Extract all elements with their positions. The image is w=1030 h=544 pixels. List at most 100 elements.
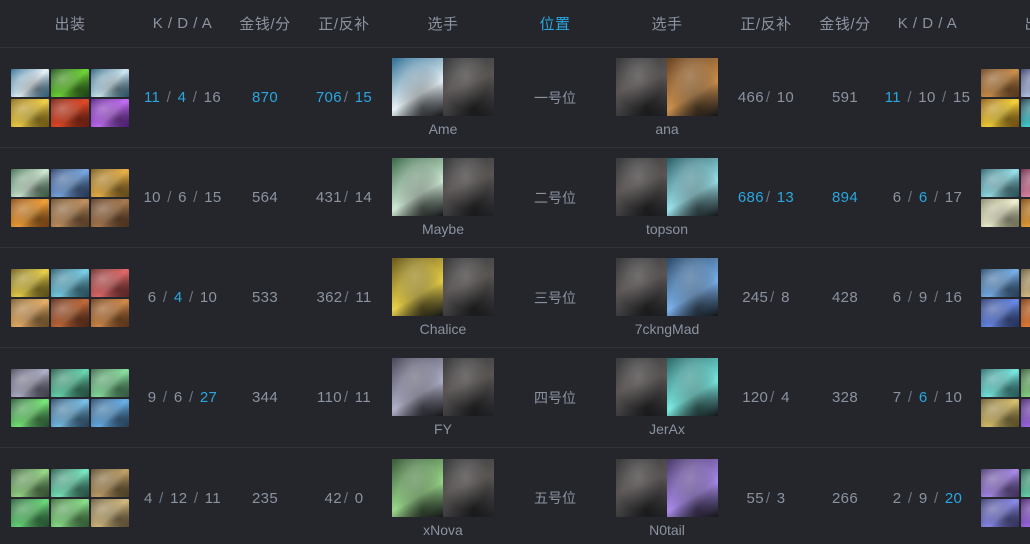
item-icon[interactable] [91, 98, 129, 127]
player-name: JerAx [649, 421, 685, 437]
item-icon[interactable] [981, 198, 1019, 227]
item-icon[interactable] [1021, 98, 1030, 127]
item-icon[interactable] [1021, 398, 1030, 427]
item-icon[interactable] [11, 398, 49, 427]
item-icon[interactable] [91, 198, 129, 227]
item-icon[interactable] [1021, 368, 1030, 397]
item-icon[interactable] [51, 168, 89, 197]
item-icon[interactable] [1021, 68, 1030, 97]
cs-separator: / [343, 89, 353, 106]
item-icon[interactable] [981, 499, 1019, 527]
item-icon[interactable] [1021, 499, 1030, 527]
item-icon[interactable] [51, 298, 89, 327]
hero-portrait-icon[interactable] [667, 58, 718, 116]
player-photo[interactable] [616, 258, 667, 316]
item-icon[interactable] [11, 198, 49, 227]
item-icon[interactable] [11, 368, 49, 397]
item-icon[interactable] [91, 168, 129, 197]
item-icon[interactable] [51, 98, 89, 127]
player-photo[interactable] [443, 258, 494, 316]
player-photo[interactable] [443, 158, 494, 216]
item-build-right [981, 368, 1030, 427]
item-icon[interactable] [51, 499, 89, 527]
cell-items-right [970, 148, 1030, 247]
player-card-left[interactable]: Maybe [392, 158, 494, 237]
item-icon[interactable] [91, 398, 129, 427]
hero-portrait-icon[interactable] [392, 458, 443, 517]
item-icon[interactable] [51, 198, 89, 227]
hero-portrait-icon[interactable] [667, 458, 718, 517]
item-icon[interactable] [91, 469, 129, 497]
item-icon[interactable] [51, 68, 89, 97]
item-icon[interactable] [1021, 268, 1030, 297]
cell-kda-right: 7 / 6 / 10 [885, 348, 970, 447]
player-card-left[interactable]: FY [392, 358, 494, 437]
item-icon[interactable] [51, 268, 89, 297]
item-icon[interactable] [981, 469, 1019, 497]
header-position[interactable]: 位置 [503, 13, 607, 34]
cell-cs-right: 686/ 13 [727, 148, 805, 247]
item-icon[interactable] [51, 469, 89, 497]
item-icon[interactable] [981, 68, 1019, 97]
assists-value: 16 [944, 289, 963, 306]
player-card-right[interactable]: topson [616, 158, 718, 237]
item-icon[interactable] [11, 499, 49, 527]
hero-portrait-icon[interactable] [392, 58, 443, 116]
gpm-number: 266 [832, 489, 858, 507]
player-photo[interactable] [616, 58, 667, 116]
hero-portrait-icon[interactable] [392, 158, 443, 216]
player-photo[interactable] [616, 358, 667, 416]
player-photo[interactable] [443, 458, 494, 517]
denies-value: 11 [354, 389, 371, 406]
player-card-right[interactable]: 7ckngMad [616, 258, 718, 337]
item-icon[interactable] [11, 168, 49, 197]
item-icon[interactable] [11, 298, 49, 327]
player-name: topson [645, 221, 689, 237]
hero-portrait-icon[interactable] [667, 158, 718, 216]
item-icon[interactable] [91, 499, 129, 527]
hero-portrait-icon[interactable] [392, 358, 443, 416]
item-icon[interactable] [11, 268, 49, 297]
item-icon[interactable] [981, 368, 1019, 397]
item-icon[interactable] [981, 98, 1019, 127]
item-icon[interactable] [981, 168, 1019, 197]
player-photo[interactable] [616, 158, 667, 216]
portrait-pair [392, 158, 494, 216]
item-icon[interactable] [51, 398, 89, 427]
item-icon[interactable] [91, 268, 129, 297]
hero-portrait-icon[interactable] [667, 358, 718, 416]
player-card-left[interactable]: xNova [392, 458, 494, 538]
hero-portrait-icon[interactable] [392, 258, 443, 316]
cell-position: 三号位 [503, 248, 607, 347]
item-icon[interactable] [11, 68, 49, 97]
cell-items-right [970, 448, 1030, 544]
player-photo[interactable] [443, 358, 494, 416]
kda-separator: / [903, 389, 917, 406]
deaths-value: 6 [173, 389, 183, 406]
player-photo[interactable] [616, 458, 667, 517]
item-icon[interactable] [981, 268, 1019, 297]
item-icon[interactable] [1021, 469, 1030, 497]
cell-gpm-left: 533 [225, 248, 305, 347]
item-icon[interactable] [1021, 298, 1030, 327]
item-icon[interactable] [91, 368, 129, 397]
player-card-left[interactable]: Ame [392, 58, 494, 137]
item-icon[interactable] [91, 298, 129, 327]
hero-portrait-icon[interactable] [667, 258, 718, 316]
player-card-right[interactable]: N0tail [616, 458, 718, 538]
player-name: ana [655, 121, 679, 137]
player-card-right[interactable]: JerAx [616, 358, 718, 437]
item-icon[interactable] [11, 469, 49, 497]
item-icon[interactable] [51, 368, 89, 397]
item-icon[interactable] [981, 298, 1019, 327]
item-icon[interactable] [981, 398, 1019, 427]
item-icon[interactable] [11, 98, 49, 127]
player-photo[interactable] [443, 58, 494, 116]
denies-value: 4 [781, 389, 790, 406]
item-icon[interactable] [91, 68, 129, 97]
item-icon[interactable] [1021, 198, 1030, 227]
item-icon[interactable] [1021, 168, 1030, 197]
player-card-left[interactable]: Chalice [392, 258, 494, 337]
kda-separator: / [937, 89, 951, 106]
player-card-right[interactable]: ana [616, 58, 718, 137]
